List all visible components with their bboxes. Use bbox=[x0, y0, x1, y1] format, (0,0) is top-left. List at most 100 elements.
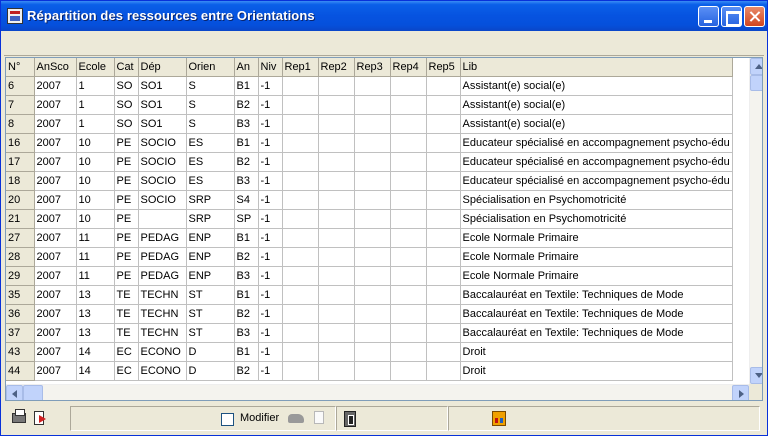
column-header[interactable]: Lib bbox=[460, 58, 733, 77]
row-number-cell[interactable]: 37 bbox=[6, 323, 35, 343]
table-cell[interactable] bbox=[282, 304, 319, 324]
table-cell[interactable]: S bbox=[186, 95, 235, 115]
table-cell[interactable] bbox=[354, 228, 391, 248]
table-cell[interactable]: TECHN bbox=[138, 304, 187, 324]
table-cell[interactable]: B1 bbox=[234, 228, 259, 248]
table-cell[interactable]: Assistant(e) social(e) bbox=[460, 114, 733, 134]
table-cell[interactable] bbox=[390, 361, 427, 381]
column-header[interactable]: Orien bbox=[186, 58, 235, 77]
building-icon[interactable] bbox=[492, 411, 506, 426]
table-cell[interactable] bbox=[318, 152, 355, 172]
table-cell[interactable] bbox=[390, 95, 427, 115]
table-cell[interactable] bbox=[282, 171, 319, 191]
table-cell[interactable] bbox=[318, 266, 355, 286]
table-cell[interactable]: 2007 bbox=[34, 95, 77, 115]
scroll-left-button[interactable] bbox=[6, 385, 23, 400]
table-cell[interactable] bbox=[426, 304, 461, 324]
table-cell[interactable]: ENP bbox=[186, 228, 235, 248]
row-number-cell[interactable]: 8 bbox=[6, 114, 35, 134]
table-cell[interactable] bbox=[426, 133, 461, 153]
table-cell[interactable] bbox=[354, 171, 391, 191]
table-cell[interactable] bbox=[390, 152, 427, 172]
table-cell[interactable] bbox=[318, 285, 355, 305]
table-cell[interactable] bbox=[390, 209, 427, 229]
table-cell[interactable]: TE bbox=[114, 285, 139, 305]
table-cell[interactable]: 2007 bbox=[34, 285, 77, 305]
table-cell[interactable]: -1 bbox=[258, 342, 283, 362]
table-cell[interactable]: SRP bbox=[186, 190, 235, 210]
table-cell[interactable]: 10 bbox=[76, 190, 115, 210]
vertical-scrollbar[interactable] bbox=[749, 58, 762, 384]
scroll-down-button[interactable] bbox=[750, 367, 762, 384]
table-cell[interactable]: -1 bbox=[258, 304, 283, 324]
table-row[interactable]: 8 2007 1 SO SO1 S B3 -1 Assistant(e) social(e) bbox=[6, 114, 733, 134]
table-cell[interactable]: -1 bbox=[258, 114, 283, 134]
table-cell[interactable] bbox=[390, 247, 427, 267]
table-row[interactable]: 44 2007 14 EC ECONO D B2 -1 Droit bbox=[6, 361, 733, 381]
table-cell[interactable]: -1 bbox=[258, 323, 283, 343]
table-cell[interactable] bbox=[282, 266, 319, 286]
table-cell[interactable] bbox=[390, 114, 427, 134]
table-cell[interactable] bbox=[282, 361, 319, 381]
table-cell[interactable]: TE bbox=[114, 304, 139, 324]
table-cell[interactable]: ECONO bbox=[138, 361, 187, 381]
table-cell[interactable] bbox=[282, 95, 319, 115]
table-cell[interactable]: 2007 bbox=[34, 114, 77, 134]
table-cell[interactable]: ENP bbox=[186, 266, 235, 286]
table-cell[interactable]: ES bbox=[186, 152, 235, 172]
table-cell[interactable] bbox=[426, 247, 461, 267]
table-cell[interactable] bbox=[354, 152, 391, 172]
table-cell[interactable] bbox=[318, 95, 355, 115]
table-cell[interactable]: 11 bbox=[76, 266, 115, 286]
row-number-cell[interactable]: 16 bbox=[6, 133, 35, 153]
title-bar[interactable]: Répartition des ressources entre Orienta… bbox=[1, 1, 767, 31]
table-cell[interactable]: 2007 bbox=[34, 342, 77, 362]
table-cell[interactable]: -1 bbox=[258, 247, 283, 267]
table-cell[interactable]: 2007 bbox=[34, 171, 77, 191]
table-cell[interactable]: 2007 bbox=[34, 266, 77, 286]
table-cell[interactable]: PEDAG bbox=[138, 228, 187, 248]
table-cell[interactable]: S4 bbox=[234, 190, 259, 210]
table-cell[interactable]: D bbox=[186, 342, 235, 362]
table-row[interactable]: 7 2007 1 SO SO1 S B2 -1 Assistant(e) social(e) bbox=[6, 95, 733, 115]
table-cell[interactable]: -1 bbox=[258, 209, 283, 229]
table-cell[interactable]: -1 bbox=[258, 266, 283, 286]
table-row[interactable]: 28 2007 11 PE PEDAG ENP B2 -1 Ecole Normale Prim… bbox=[6, 247, 733, 267]
table-cell[interactable]: B1 bbox=[234, 342, 259, 362]
table-row[interactable]: 29 2007 11 PE PEDAG ENP B3 -1 Ecole Normale Prim… bbox=[6, 266, 733, 286]
table-cell[interactable] bbox=[426, 228, 461, 248]
scroll-right-button[interactable] bbox=[732, 385, 749, 400]
table-cell[interactable]: 13 bbox=[76, 323, 115, 343]
table-cell[interactable]: 2007 bbox=[34, 323, 77, 343]
table-cell[interactable]: S bbox=[186, 114, 235, 134]
table-cell[interactable]: 2007 bbox=[34, 228, 77, 248]
table-cell[interactable]: -1 bbox=[258, 228, 283, 248]
table-cell[interactable] bbox=[282, 133, 319, 153]
table-cell[interactable]: SO bbox=[114, 76, 139, 96]
table-cell[interactable]: B3 bbox=[234, 323, 259, 343]
table-cell[interactable]: B2 bbox=[234, 247, 259, 267]
column-header[interactable]: Cat bbox=[114, 58, 139, 77]
table-cell[interactable]: 2007 bbox=[34, 209, 77, 229]
row-number-cell[interactable]: 27 bbox=[6, 228, 35, 248]
row-number-cell[interactable]: 44 bbox=[6, 361, 35, 381]
table-cell[interactable]: ECONO bbox=[138, 342, 187, 362]
table-cell[interactable]: -1 bbox=[258, 76, 283, 96]
table-cell[interactable] bbox=[390, 285, 427, 305]
table-cell[interactable]: Baccalauréat en Textile: Techniques de M… bbox=[460, 304, 733, 324]
table-cell[interactable]: Baccalauréat en Textile: Techniques de M… bbox=[460, 285, 733, 305]
table-cell[interactable] bbox=[390, 76, 427, 96]
table-cell[interactable]: 11 bbox=[76, 228, 115, 248]
table-row[interactable]: 21 2007 10 PE SRP SP -1 Spécialisation en Psych… bbox=[6, 209, 733, 229]
table-cell[interactable]: -1 bbox=[258, 285, 283, 305]
table-cell[interactable]: 1 bbox=[76, 76, 115, 96]
table-cell[interactable]: -1 bbox=[258, 95, 283, 115]
table-cell[interactable]: B3 bbox=[234, 266, 259, 286]
table-cell[interactable] bbox=[354, 76, 391, 96]
table-cell[interactable]: SOCIO bbox=[138, 190, 187, 210]
table-cell[interactable]: Droit bbox=[460, 361, 733, 381]
table-cell[interactable]: Ecole Normale Primaire bbox=[460, 266, 733, 286]
table-cell[interactable]: 14 bbox=[76, 342, 115, 362]
table-row[interactable]: 35 2007 13 TE TECHN ST B1 -1 Baccalauréat en Tex… bbox=[6, 285, 733, 305]
table-cell[interactable]: ST bbox=[186, 323, 235, 343]
